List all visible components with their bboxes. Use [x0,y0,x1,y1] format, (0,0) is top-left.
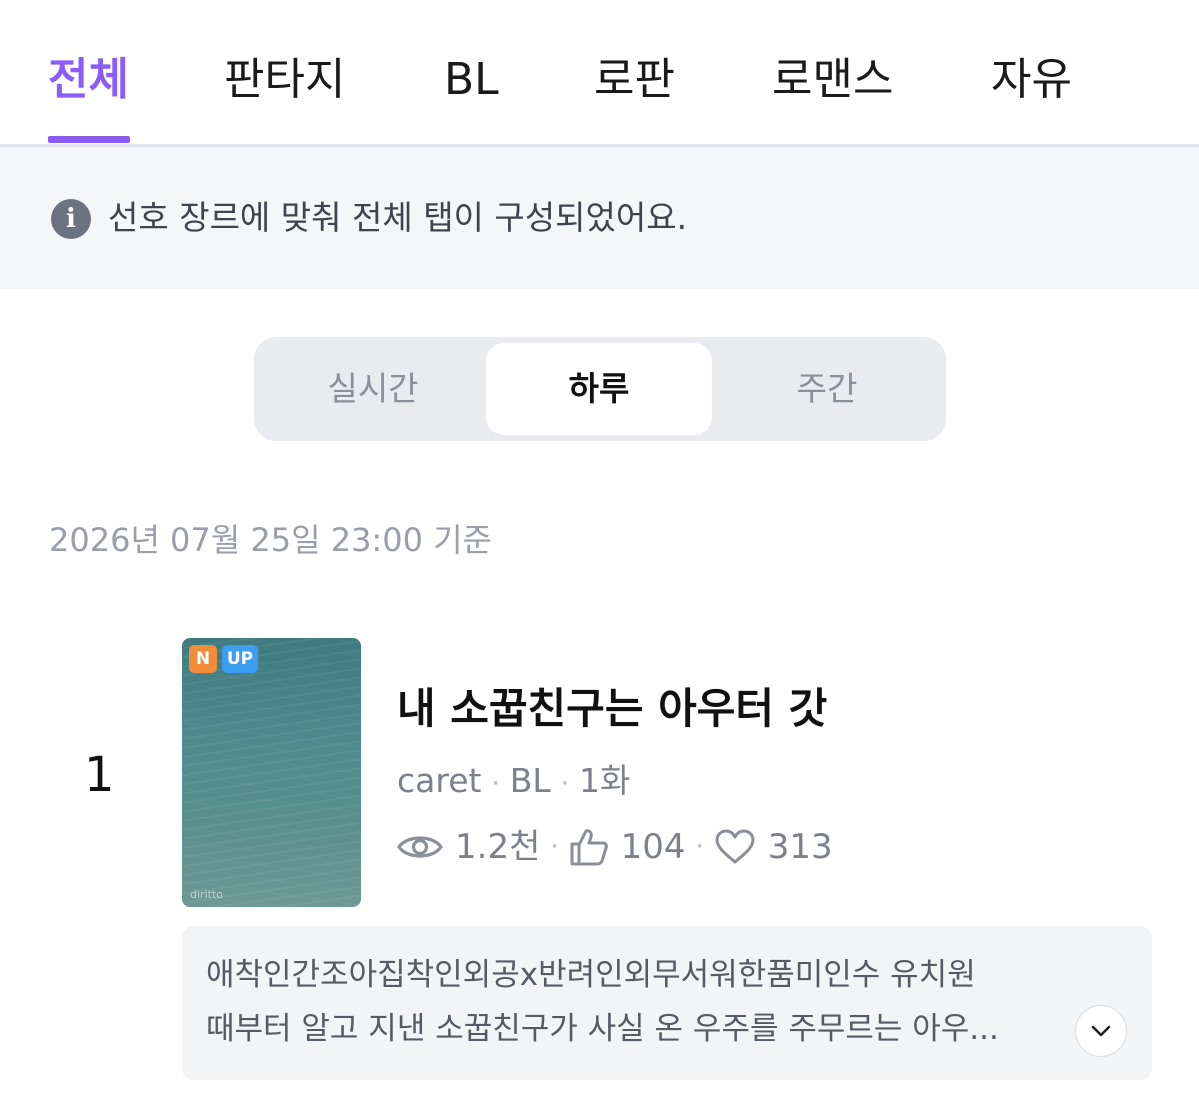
tab-all[interactable]: 전체 [48,50,129,110]
notice-text: 선호 장르에 맞춰 전체 탭이 구성되었어요. [108,198,688,237]
expand-synopsis-button[interactable] [1075,1005,1127,1057]
episode-count: 1화 [579,761,631,800]
genre-tabs: 전체 판타지 BL 로판 로맨스 자유 [0,0,1199,147]
period-realtime[interactable]: 실시간 [260,343,486,435]
rank-number: 1 [84,747,115,803]
view-count: 1.2천 [455,827,541,867]
period-segmented-control: 실시간 하루 주간 [254,337,946,441]
book-stats: 1.2천 · 104 · 313 [397,824,833,870]
tab-fantasy[interactable]: 판타지 [224,50,345,110]
ranking-timestamp: 2026년 07월 25일 23:00 기준 [49,521,492,559]
up-badge: UP [222,645,258,673]
period-daily[interactable]: 하루 [486,343,712,435]
synopsis-line-1: 애착인간조아집착인외공x반려인외무서워한품미인수 유치원 [206,957,976,993]
tab-romance[interactable]: 로맨스 [772,50,893,110]
tab-romance-fantasy[interactable]: 로판 [594,50,675,110]
heart-icon [714,829,756,865]
cover-watermark: diritto [190,888,223,901]
like-count: 104 [620,827,686,867]
favorite-count: 313 [767,827,833,867]
book-cover[interactable]: N UP diritto [182,638,361,907]
book-meta: caret · BL · 1화 [397,761,631,800]
eye-icon [397,832,443,862]
active-tab-indicator [48,136,130,143]
info-icon: i [51,199,91,239]
book-title[interactable]: 내 소꿉친구는 아우터 갓 [397,682,827,736]
author-name[interactable]: caret [397,761,481,800]
tab-bl[interactable]: BL [444,50,499,110]
thumbs-up-icon [569,828,609,866]
book-genre: BL [509,761,551,800]
synopsis-box: 애착인간조아집착인외공x반려인외무서워한품미인수 유치원 때부터 알고 지낸 소… [182,926,1152,1080]
period-weekly[interactable]: 주간 [714,343,940,435]
new-badge: N [189,645,217,673]
synopsis-line-2: 때부터 알고 지낸 소꿉친구가 사실 온 우주를 주무르는 아우... [206,1011,999,1047]
tab-free[interactable]: 자유 [991,50,1072,110]
